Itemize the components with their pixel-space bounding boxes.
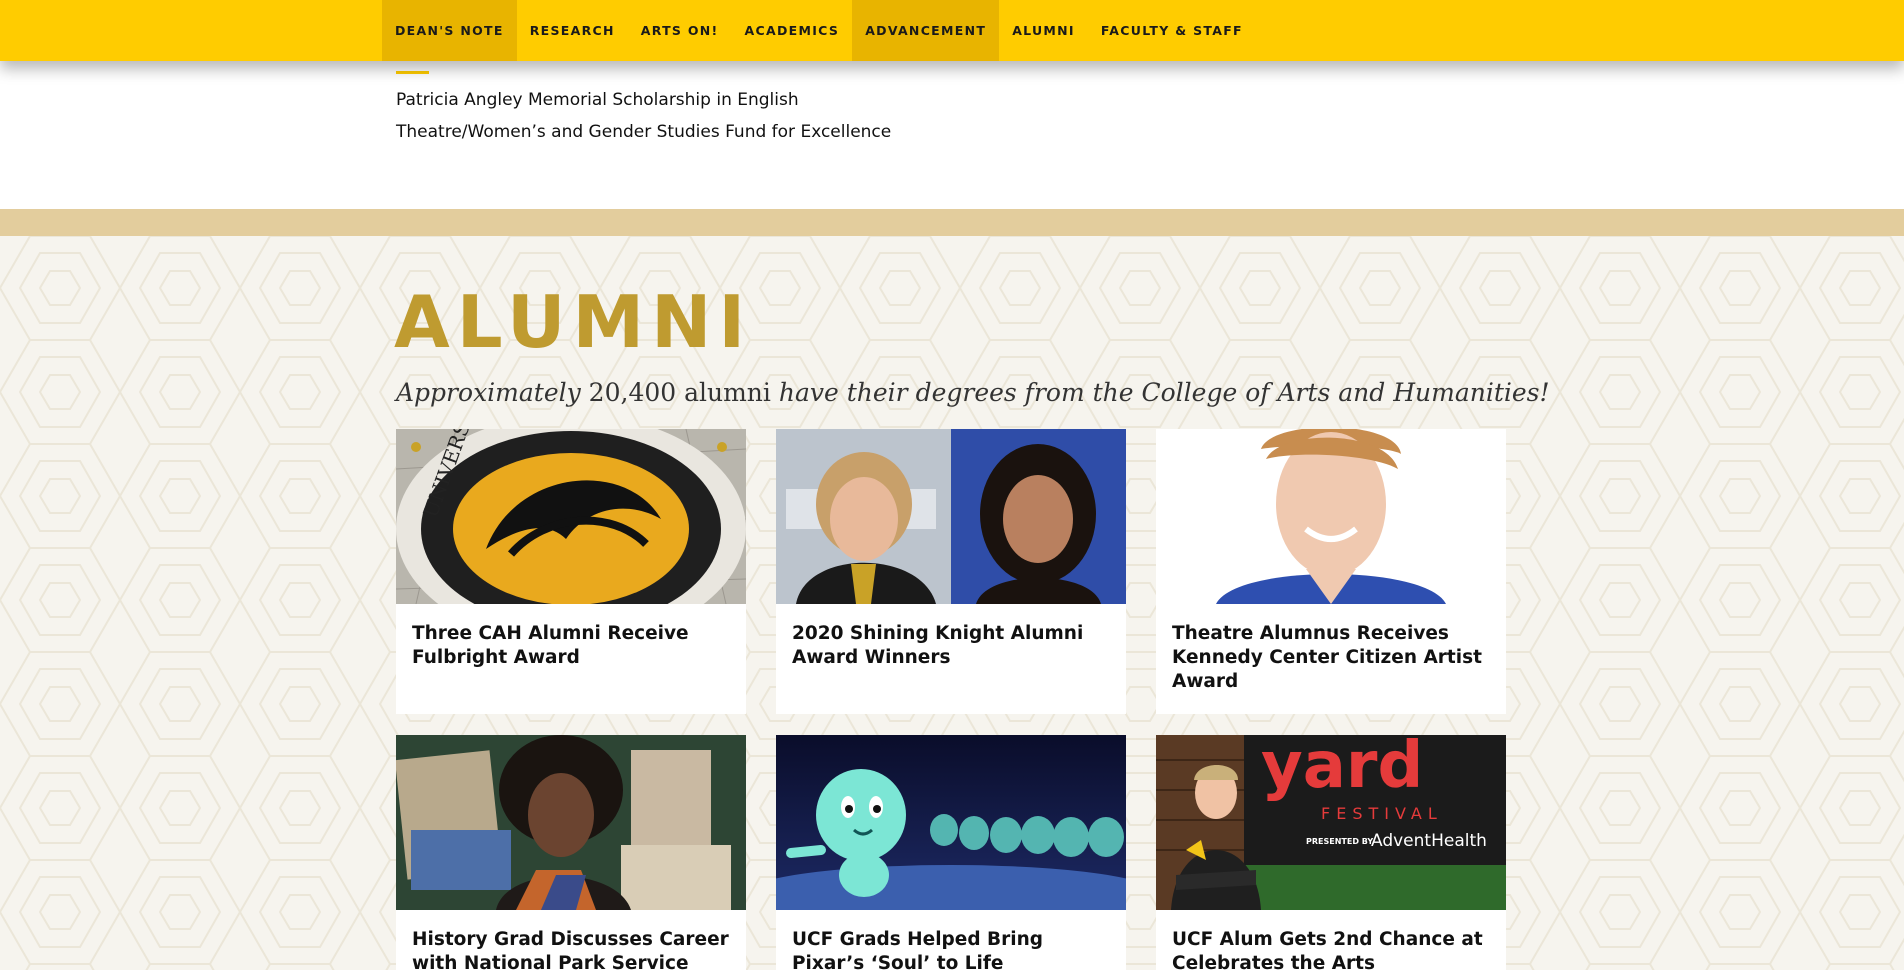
subtitle-part2: have their degrees from the College of A… <box>778 378 1550 407</box>
alumni-heading: ALUMNI <box>394 280 753 364</box>
card-title[interactable]: History Grad Discusses Career with Natio… <box>396 910 746 970</box>
alumni-subtitle: Approximately 20,400 alumni have their d… <box>396 378 1550 407</box>
card-title[interactable]: Three CAH Alumni Receive Fulbright Award <box>396 604 746 680</box>
card-image-historian-collage <box>396 735 746 910</box>
news-card-pixar-soul[interactable]: UCF Grads Helped Bring Pixar’s ‘Soul’ to… <box>776 735 1126 970</box>
nav-item-arts-on[interactable]: ARTS ON! <box>628 0 732 61</box>
card-image-pixar-soul <box>776 735 1126 910</box>
nav-item-advancement[interactable]: ADVANCEMENT <box>852 0 1000 61</box>
nav-item-academics[interactable]: ACADEMICS <box>732 0 853 61</box>
subtitle-part1: Approximately <box>396 378 581 407</box>
alumni-count: 20,400 alumni <box>580 378 779 407</box>
nav-item-deans-note[interactable]: DEAN'S NOTE <box>382 0 517 61</box>
news-card-shining-knight[interactable]: 2020 Shining Knight Alumni Award Winners <box>776 429 1126 714</box>
sign-festival-text: FESTIVAL <box>1321 804 1443 823</box>
card-title[interactable]: UCF Alum Gets 2nd Chance at Celebrates t… <box>1156 910 1506 970</box>
news-card-national-park[interactable]: History Grad Discusses Career with Natio… <box>396 735 746 970</box>
sign-presented-by: PRESENTED BY <box>1306 837 1373 846</box>
news-card-kennedy-center[interactable]: Theatre Alumnus Receives Kennedy Center … <box>1156 429 1506 714</box>
nav-item-alumni[interactable]: ALUMNI <box>999 0 1088 61</box>
gold-accent-rule <box>396 71 429 74</box>
sign-yard-text: yard <box>1261 735 1423 803</box>
card-image-front-yard-festival: yard FESTIVAL PRESENTED BY AdventHealth <box>1156 735 1506 910</box>
sign-sponsor: AdventHealth <box>1371 831 1487 851</box>
card-title[interactable]: UCF Grads Helped Bring Pixar’s ‘Soul’ to… <box>776 910 1126 970</box>
fund-link-angley-scholarship[interactable]: Patricia Angley Memorial Scholarship in … <box>396 90 799 110</box>
card-title[interactable]: 2020 Shining Knight Alumni Award Winners <box>776 604 1126 680</box>
nav-item-faculty-staff[interactable]: FACULTY & STAFF <box>1088 0 1256 61</box>
section-divider-band <box>0 209 1904 236</box>
alumni-section: ALUMNI Approximately 20,400 alumni have … <box>0 236 1904 970</box>
card-title[interactable]: Theatre Alumnus Receives Kennedy Center … <box>1156 604 1506 704</box>
funds-section: Patricia Angley Memorial Scholarship in … <box>0 61 1904 209</box>
main-navigation: DEAN'S NOTE RESEARCH ARTS ON! ACADEMICS … <box>0 0 1904 61</box>
nav-list: DEAN'S NOTE RESEARCH ARTS ON! ACADEMICS … <box>382 0 1256 61</box>
card-image-two-alumni <box>776 429 1126 604</box>
news-card-fulbright[interactable]: UNIVERSITY Three CAH Alumni Receive Fulb… <box>396 429 746 714</box>
fund-link-theatre-wgs[interactable]: Theatre/Women’s and Gender Studies Fund … <box>396 122 891 142</box>
card-image-ucf-seal: UNIVERSITY <box>396 429 746 604</box>
card-image-young-man <box>1156 429 1506 604</box>
news-card-front-yard[interactable]: yard FESTIVAL PRESENTED BY AdventHealth … <box>1156 735 1506 970</box>
nav-item-research[interactable]: RESEARCH <box>517 0 628 61</box>
